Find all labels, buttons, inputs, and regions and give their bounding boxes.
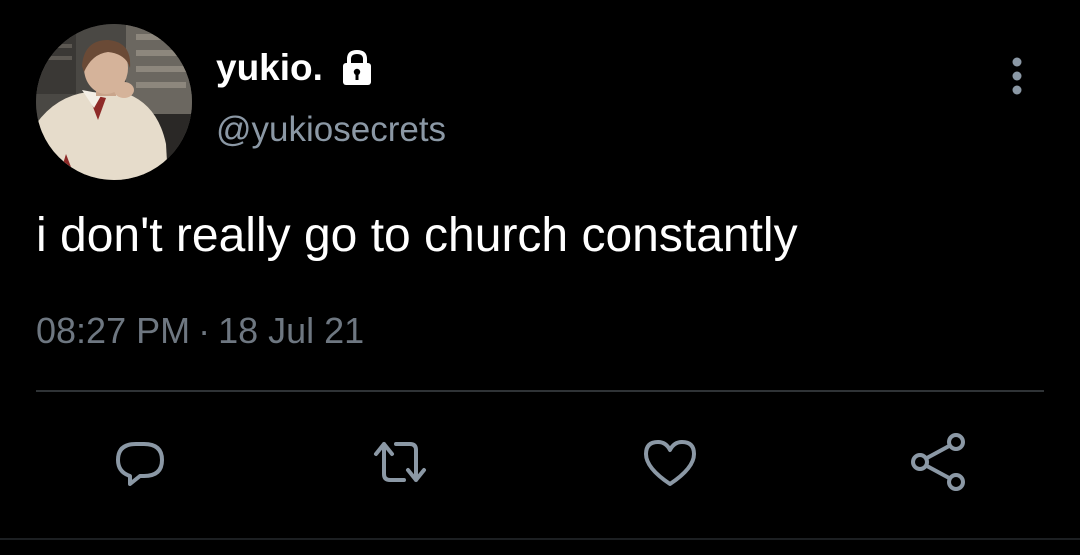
tweet-card: yukio. @yukiosecrets i don't really go t… — [0, 0, 1080, 555]
avatar[interactable] — [36, 24, 192, 180]
author-handle[interactable]: @yukiosecrets — [216, 110, 446, 150]
reply-button[interactable] — [108, 430, 172, 494]
meta-separator: · — [198, 310, 211, 351]
author-row: yukio. — [216, 46, 377, 90]
share-icon — [911, 433, 965, 491]
display-name[interactable]: yukio. — [216, 47, 323, 89]
retweet-button[interactable] — [368, 430, 432, 494]
tweet-text: i don't really go to church constantly — [36, 209, 798, 262]
tweet-date: 18 Jul 21 — [218, 310, 365, 351]
heart-icon — [644, 440, 696, 486]
more-vertical-icon[interactable] — [1002, 56, 1032, 98]
bottom-divider — [0, 538, 1080, 540]
retweet-icon — [374, 442, 426, 482]
tweet-time: 08:27 PM — [36, 310, 191, 351]
divider — [36, 390, 1044, 392]
like-button[interactable] — [638, 430, 702, 494]
lock-icon — [337, 48, 377, 88]
share-button[interactable] — [906, 430, 970, 494]
tweet-timestamp[interactable]: 08:27 PM · 18 Jul 21 — [36, 310, 364, 352]
reply-icon — [116, 442, 164, 486]
avatar-photo — [36, 24, 192, 180]
